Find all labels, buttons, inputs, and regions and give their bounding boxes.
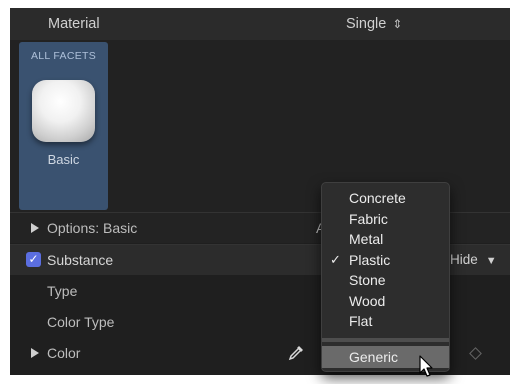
hide-popup-button[interactable]: Hide ▼ [450,252,497,267]
material-preview-cube [32,80,95,142]
menu-item-label: Concrete [349,190,406,206]
type-label: Type [47,283,78,299]
material-header: Material Single ⇕ [10,8,510,40]
keyframe-diamond-icon[interactable] [469,347,482,360]
menu-item-stone[interactable]: Stone [322,271,449,291]
hide-label: Hide [450,252,478,267]
menu-item-concrete[interactable]: Concrete [322,189,449,209]
mouse-pointer-icon [419,355,435,384]
chevron-down-icon: ▼ [485,255,497,267]
menu-item-label: Wood [349,292,386,309]
material-title: Material [48,16,100,32]
disclosure-triangle-icon[interactable] [31,223,39,233]
color-label: Color [47,345,81,361]
menu-separator [322,338,449,342]
menu-item-label: Fabric [349,210,388,227]
menu-item-label: Metal [349,231,384,247]
menu-item-flat[interactable]: Flat [322,312,449,332]
disclosure-triangle-icon[interactable] [31,348,39,358]
menu-item-label: Plastic [349,251,391,268]
facet-tag: ALL FACETS [30,50,97,62]
options-label: Options: Basic [47,220,138,236]
menu-item-label: Flat [349,313,373,329]
menu-item-label: Stone [349,272,386,288]
substance-label: Substance [47,252,114,268]
menu-item-label: Generic [349,349,399,365]
material-mode-popup[interactable]: Single ⇕ [346,16,402,32]
substance-checkbox[interactable]: ✓ [26,252,41,267]
menu-item-wood[interactable]: Wood [322,292,449,312]
menu-item-metal[interactable]: Metal [322,230,449,250]
facet-tile-basic[interactable]: ALL FACETS Basic [19,42,108,210]
material-type-menu: Concrete Fabric Metal ✓ Plastic Stone Woo… [321,182,450,372]
checkmark-icon: ✓ [330,251,341,267]
material-mode-value: Single [346,16,387,32]
menu-item-fabric[interactable]: Fabric [322,210,449,230]
color-type-label: Color Type [47,314,115,330]
eyedropper-icon[interactable] [286,343,306,366]
facet-tile-label: Basic [47,152,80,167]
up-down-chevron-icon: ⇕ [392,17,403,31]
menu-item-plastic[interactable]: ✓ Plastic [322,251,449,271]
